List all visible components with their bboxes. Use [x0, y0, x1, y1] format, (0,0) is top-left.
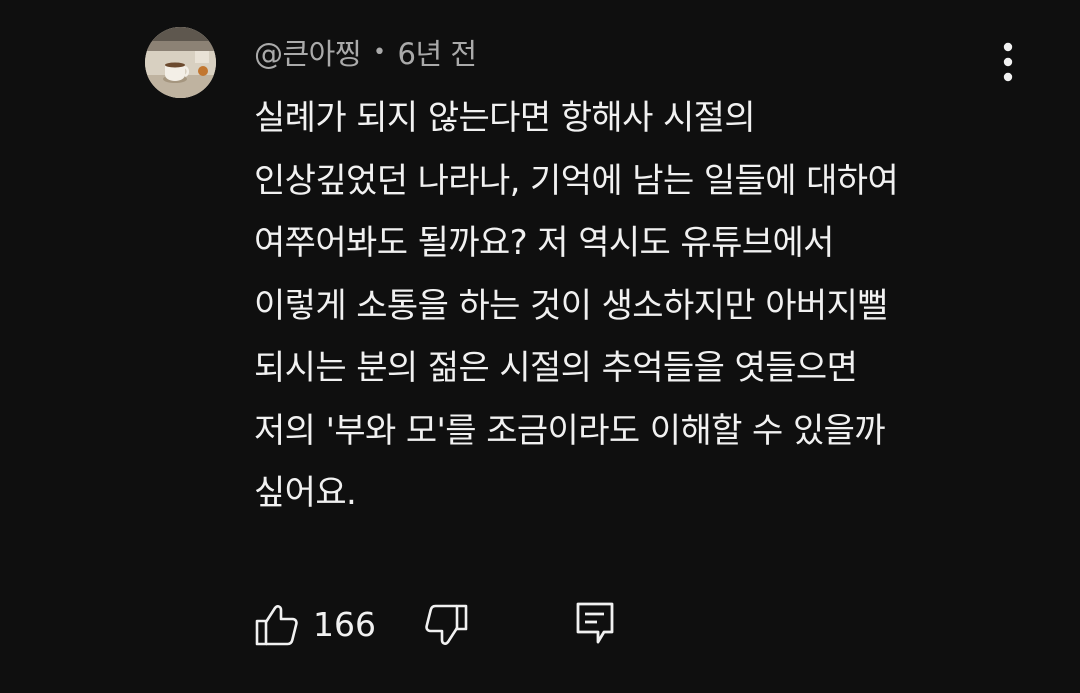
comment-text-line: 인상깊었던 나라나, 기억에 남는 일들에 대하여: [254, 160, 899, 201]
author-name[interactable]: @큰아찡: [254, 31, 362, 73]
timestamp[interactable]: 6년 전: [398, 31, 478, 73]
comment-text-line: 싶어요.: [254, 473, 357, 513]
comment-text: 실례가 되지 않는다면 항해사 시절의 인상깊었던 나라나, 기억에 남는 일들…: [254, 87, 1044, 525]
like-button[interactable]: [254, 600, 300, 650]
comment-thread: @큰아찡 • 6년 전 실례가 되지 않는다면 항해사 시절의 인상깊었던 나라…: [0, 0, 1080, 693]
comment-meta: @큰아찡 • 6년 전: [254, 30, 477, 74]
thumbs-down-icon: [425, 604, 468, 645]
comment-text-line: 되시는 분의 젊은 시절의 추억들을 엿들으면: [254, 348, 858, 388]
comment-text-line: 저의 '부와 모'를 조금이라도 이해할 수 있을까: [254, 410, 886, 451]
comment-text-line: 이렇게 소통을 하는 것이 생소하지만 아버지뻘: [254, 285, 889, 326]
thumbs-up-icon: [255, 605, 298, 646]
avatar[interactable]: [145, 27, 216, 98]
comment-text-line: 실례가 되지 않는다면 항해사 시절의: [254, 98, 756, 138]
more-options-button[interactable]: [990, 40, 1026, 84]
more-vert-icon: [1003, 42, 1013, 82]
like-count: 166: [313, 605, 376, 644]
reply-button[interactable]: [575, 599, 615, 649]
dislike-button[interactable]: [423, 600, 469, 650]
comment-reply-icon: [576, 602, 614, 644]
meta-separator: •: [373, 39, 386, 65]
comment-text-line: 여쭈어봐도 될까요? 저 역시도 유튜브에서: [254, 223, 834, 263]
avatar-image: [145, 27, 216, 98]
